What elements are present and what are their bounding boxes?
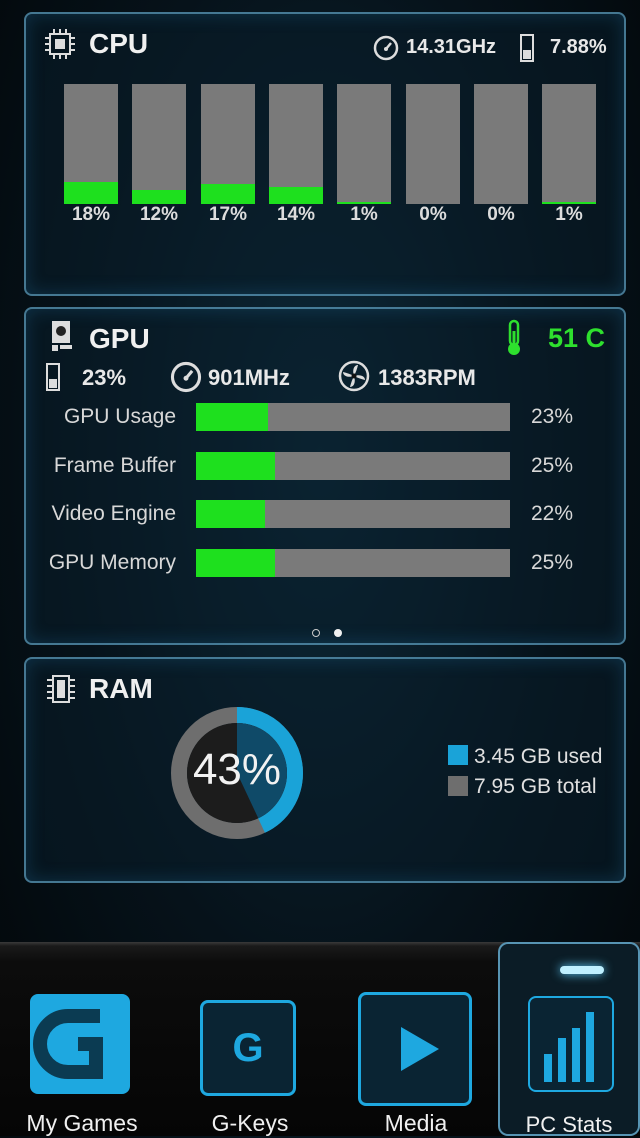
gpu-metric-value: 23% [531,405,574,428]
gpu-metric-row: GPU Memory 25% [26,549,626,579]
tab-pc-stats[interactable]: PC Stats [498,942,640,1137]
cpu-core-bar [201,84,255,204]
gpu-metric-row: GPU Usage 23% [26,403,626,433]
cpu-core-label: 0% [487,204,515,225]
gpu-usage: 23% [82,365,127,390]
cpu-usage: 7.88% [550,36,607,58]
cpu-core-label: 17% [208,204,248,225]
gpu-metric-label: Video Engine [51,502,176,525]
usage-gauge-icon [46,363,60,391]
ram-panel: RAM 43% 3.45 GB used 7.95 GB total [24,657,626,883]
tab-my-games[interactable]: My Games [2,942,162,1136]
cpu-core-fill [269,187,323,204]
gpu-metric-value: 25% [531,454,574,477]
gpu-metric-row: Video Engine 22% [26,500,626,530]
play-icon [358,992,472,1106]
speedometer-icon [373,35,399,61]
gpu-metric-value: 22% [531,502,574,525]
gpu-metric-value: 25% [531,551,574,574]
g-key-icon: G [200,1000,296,1096]
cpu-core-label: 1% [555,204,583,225]
gpu-metric-track [196,549,510,577]
ram-chip-icon [47,675,75,703]
tab-label: PC Stats [525,1112,613,1137]
cpu-chip-icon [45,29,75,59]
tab-media[interactable]: Media [336,942,496,1136]
ram-total: 7.95 GB total [474,775,597,798]
gpu-fan-speed: 1383RPM [378,365,476,390]
gpu-title: GPU [89,323,150,354]
gpu-metric-label: Frame Buffer [53,454,176,477]
gpu-metric-fill [196,549,275,577]
active-tab-indicator [560,966,604,974]
cpu-core-bar [406,84,460,204]
gpu-metric-track [196,452,510,480]
cpu-panel: CPU 14.31GHz 7.88% 18% 12% 17% 14% 1% 0% 0% 1% [24,12,626,296]
cpu-core-bar [337,84,391,204]
tab-label: Media [384,1110,448,1136]
tab-g-keys[interactable]: G G-Keys [170,942,330,1136]
gpu-metric-track [196,403,510,431]
cpu-core-fill [201,183,255,204]
ram-title: RAM [89,673,153,704]
cpu-core-label: 1% [350,204,378,225]
page-indicator-dot-1[interactable] [312,629,320,637]
gpu-clock: 901MHz [208,365,290,390]
cpu-title: CPU [89,28,149,59]
gpu-metric-label: GPU Usage [63,405,176,428]
gpu-card-icon [52,321,72,351]
gpu-metric-row: Frame Buffer 25% [26,452,626,482]
gpu-metric-fill [196,403,269,431]
speedometer-icon [170,361,202,393]
usage-gauge-icon [520,34,534,62]
gpu-metric-track [196,500,510,528]
cpu-core-fill [132,189,186,204]
page-indicator-dot-2[interactable] [334,629,342,637]
cpu-core-label: 0% [419,204,447,225]
cpu-core-bar [269,84,323,204]
bar-graph-icon [528,996,614,1092]
cpu-clock: 14.31GHz [406,36,497,58]
bottom-tab-bar: My Games G G-Keys Media PC Stats [0,942,640,1137]
legend-used-swatch [448,745,468,765]
gpu-metric-label: GPU Memory [48,551,176,574]
cpu-core-bar [542,84,596,204]
ram-used: 3.45 GB used [474,745,603,768]
tab-label: My Games [26,1110,138,1136]
cpu-core-label: 18% [71,204,111,225]
cpu-core-bar [64,84,118,204]
logitech-g-icon [30,994,130,1094]
fan-icon [338,360,370,392]
cpu-core-fill [64,182,118,204]
cpu-core-label: 14% [276,204,316,225]
cpu-core-label: 12% [139,204,179,225]
legend-total-swatch [448,776,468,796]
cpu-core-bar [132,84,186,204]
tab-label: G-Keys [211,1110,289,1136]
gpu-metric-fill [196,452,275,480]
thermometer-icon [508,319,520,355]
gpu-temperature: 51 C [548,323,606,353]
gpu-metric-fill [196,500,266,528]
ram-percent: 43% [192,745,282,794]
gpu-panel: GPU 51 C 23% 901MHz 1383RPM GPU Usage 23%… [24,307,626,645]
cpu-core-bar [474,84,528,204]
